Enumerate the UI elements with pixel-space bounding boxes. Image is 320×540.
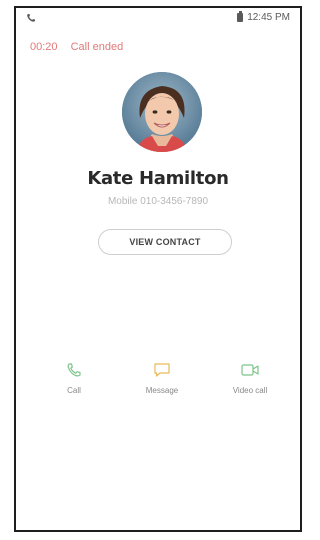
video-icon — [241, 364, 259, 376]
call-button[interactable]: Call — [34, 362, 114, 395]
phone-icon — [67, 363, 81, 377]
contact-avatar — [122, 72, 202, 152]
status-right: 12:45 PM — [237, 11, 290, 23]
avatar-photo — [122, 72, 202, 152]
view-contact-button[interactable]: VIEW CONTACT — [98, 229, 232, 255]
message-label: Message — [145, 386, 179, 395]
call-duration: 00:20 — [30, 41, 58, 53]
battery-icon — [237, 11, 244, 22]
phone-status-icon — [27, 14, 35, 22]
call-info: 00:20 Call ended — [30, 41, 123, 53]
message-button[interactable]: Message — [122, 362, 202, 395]
video-call-label: Video call — [232, 386, 268, 395]
status-time: 12:45 PM — [247, 12, 290, 23]
contact-name: Kate Hamilton — [87, 168, 229, 189]
call-status: Call ended — [70, 41, 124, 53]
message-icon — [154, 363, 170, 377]
phone-screen: 12:45 PM 00:20 Call ended Kate Hamilton … — [14, 6, 302, 532]
video-call-button[interactable]: Video call — [210, 362, 290, 395]
call-label: Call — [67, 386, 81, 395]
status-bar: 12:45 PM — [16, 8, 300, 30]
call-actions: Call Message Video call — [16, 362, 300, 412]
contact-number: Mobile 010-3456-7890 — [107, 196, 209, 207]
